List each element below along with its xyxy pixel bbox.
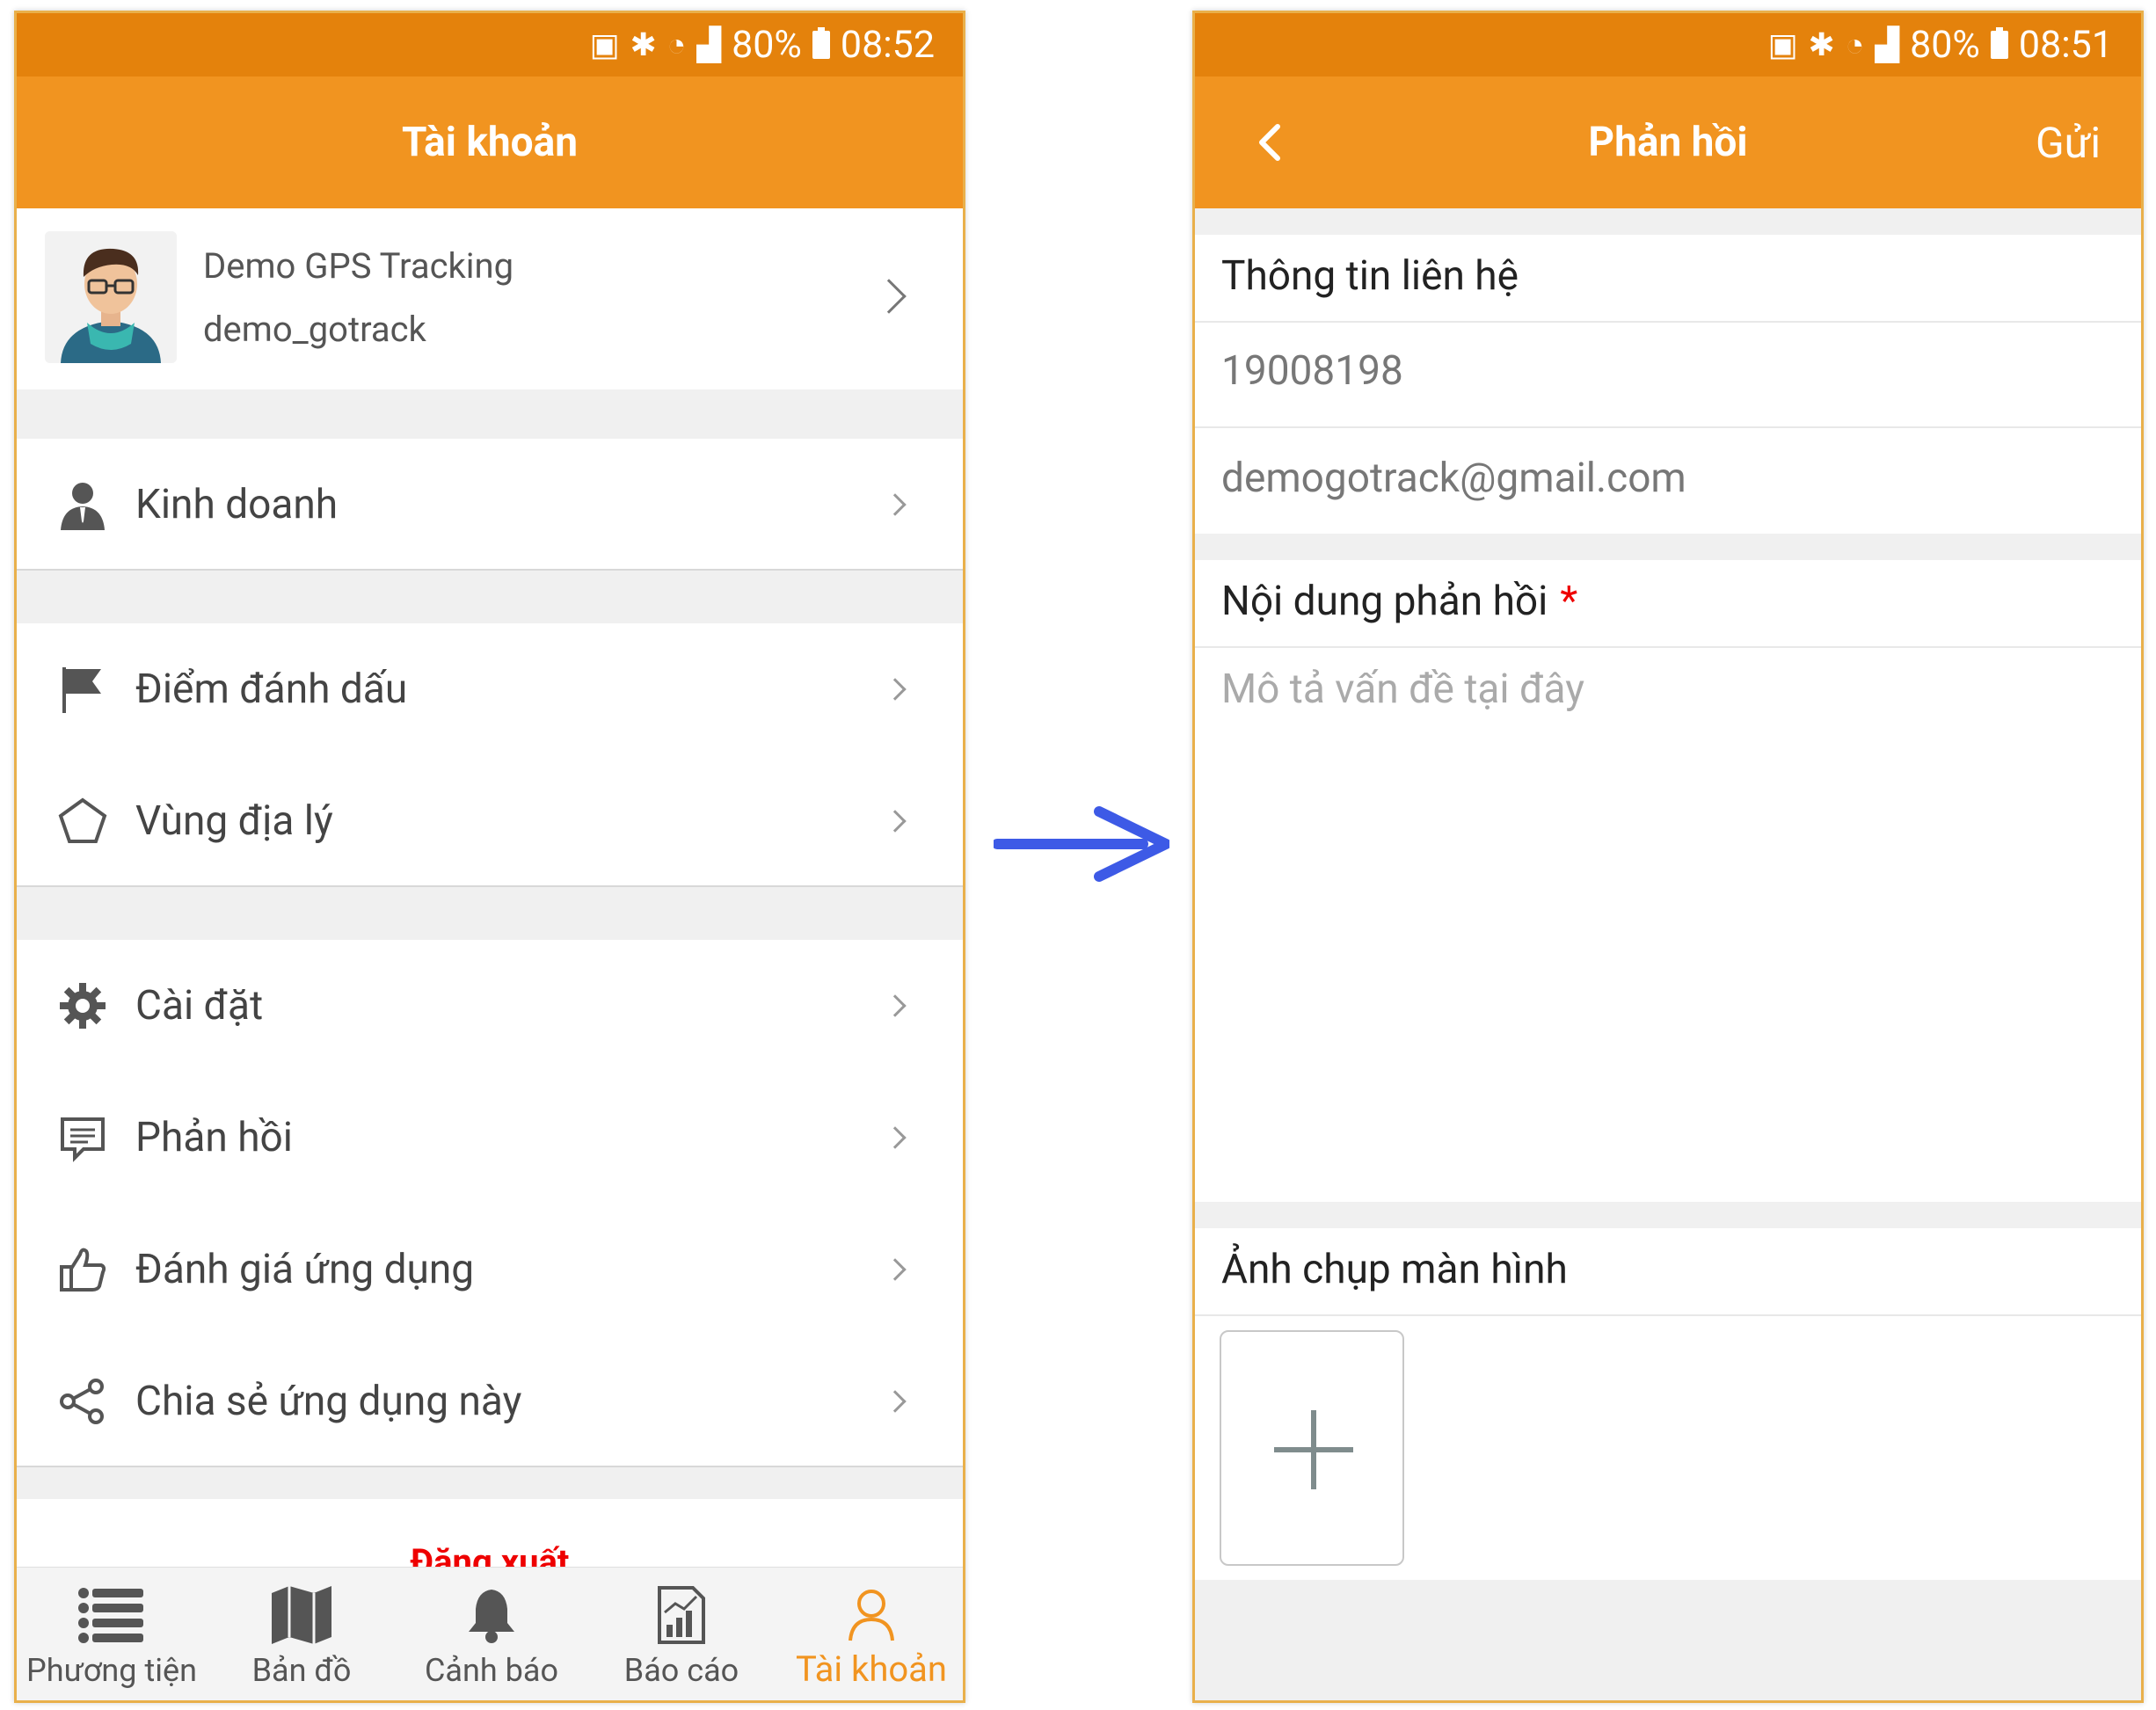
profile-card[interactable]: Demo GPS Tracking demo_gotrack (17, 208, 963, 389)
chevron-right-icon (871, 279, 907, 314)
menu-item-label: Kinh doanh (135, 481, 339, 528)
feedback-textarea[interactable]: Mô tả vấn đề tại đây (1221, 666, 1584, 713)
chevron-right-icon (884, 1258, 907, 1281)
divider (1195, 646, 2141, 648)
feedback-heading: Nội dung phản hồi * (1221, 578, 1577, 625)
menu-item-feedback[interactable]: Phản hồi (17, 1072, 963, 1204)
add-screenshot-button[interactable] (1220, 1330, 1404, 1566)
wifi-icon: ◔ (1845, 26, 1865, 63)
profile-username: demo_gotrack (203, 309, 426, 350)
thumbs-up-icon (57, 1244, 108, 1295)
contact-section: Thông tin liên hệ 19008198 demogotrack@g… (1195, 235, 2141, 534)
menu-item-geofence[interactable]: Vùng địa lý (17, 755, 963, 887)
clock: 08:51 (2018, 23, 2113, 67)
menu-item-share-app[interactable]: Chia sẻ ứng dụng này (17, 1335, 963, 1467)
tab-label: Bản đồ (251, 1652, 352, 1689)
bottom-tab-bar: Phương tiện Bản đồ Cảnh báo Báo cáo Tài … (17, 1567, 963, 1700)
screenshot-section: Ảnh chụp màn hình (1195, 1228, 2141, 1580)
email-field[interactable]: demogotrack@gmail.com (1221, 455, 1686, 502)
divider (17, 885, 963, 887)
list-icon (17, 1580, 207, 1650)
battery-percent: 80% (732, 23, 802, 67)
chevron-right-icon (884, 493, 907, 516)
tab-label: Tài khoản (795, 1648, 948, 1690)
menu-item-label: Vùng địa lý (135, 797, 333, 845)
phone-field[interactable]: 19008198 (1221, 347, 1403, 395)
contact-heading: Thông tin liên hệ (1221, 252, 1519, 300)
chevron-right-icon (884, 1390, 907, 1413)
tab-label: Báo cáo (623, 1652, 739, 1689)
chevron-left-icon (1259, 124, 1280, 161)
screenshot-heading: Ảnh chụp màn hình (1221, 1246, 1568, 1293)
battery-saver-icon: ▣ (1767, 26, 1798, 63)
divider (1195, 1314, 2141, 1316)
divider (17, 569, 963, 571)
status-bar: ▣ ✱ ◔ ▟ 80% 08:52 (17, 13, 963, 76)
share-icon (57, 1376, 108, 1427)
divider (17, 1466, 963, 1467)
gear-icon (57, 980, 108, 1031)
account-icon (776, 1580, 963, 1650)
flag-icon (57, 664, 108, 715)
battery-icon (812, 27, 830, 59)
feedback-section: Nội dung phản hồi * Mô tả vấn đề tại đây (1195, 560, 2141, 1202)
feedback-icon (57, 1112, 108, 1163)
menu-item-business[interactable]: Kinh doanh (17, 439, 963, 571)
send-button[interactable]: Gửi (2036, 76, 2101, 208)
required-mark: * (1560, 578, 1578, 625)
divider (1195, 426, 2141, 428)
menu-item-label: Đánh giá ứng dụng (135, 1246, 475, 1293)
menu-group-places: Điểm đánh dấu Vùng địa lý (17, 623, 963, 887)
tab-vehicles[interactable]: Phương tiện (17, 1568, 207, 1700)
report-icon (586, 1580, 776, 1650)
tab-reports[interactable]: Báo cáo (586, 1568, 776, 1700)
menu-group-app: Cài đặt Phản hồi Đánh giá ứng dụng Chia … (17, 940, 963, 1467)
bluetooth-icon: ✱ (1808, 26, 1835, 63)
menu-item-label: Cài đặt (135, 982, 264, 1030)
tab-alerts[interactable]: Cảnh báo (397, 1568, 586, 1700)
menu-group-business: Kinh doanh (17, 439, 963, 571)
map-icon (207, 1580, 397, 1650)
menu-item-markers[interactable]: Điểm đánh dấu (17, 623, 963, 755)
page-title: Tài khoản (401, 119, 579, 166)
clock: 08:52 (840, 23, 935, 67)
chevron-right-icon (884, 1126, 907, 1149)
plus-icon (1274, 1410, 1353, 1489)
signal-icon: ▟ (696, 26, 722, 63)
tab-account[interactable]: Tài khoản (776, 1568, 963, 1700)
back-button[interactable] (1256, 76, 1283, 208)
menu-item-settings[interactable]: Cài đặt (17, 940, 963, 1072)
signal-icon: ▟ (1875, 26, 1900, 63)
feedback-heading-text: Nội dung phản hồi (1221, 578, 1548, 625)
wifi-icon: ◔ (666, 26, 687, 63)
tab-map[interactable]: Bản đồ (207, 1568, 397, 1700)
chevron-right-icon (884, 994, 907, 1017)
bell-icon (397, 1580, 586, 1650)
person-icon (57, 479, 108, 530)
battery-saver-icon: ▣ (589, 26, 620, 63)
battery-percent: 80% (1910, 23, 1980, 67)
bluetooth-icon: ✱ (630, 26, 657, 63)
chevron-right-icon (884, 678, 907, 701)
arrow-right-icon (994, 806, 1169, 882)
divider (1195, 321, 2141, 323)
menu-item-label: Phản hồi (135, 1114, 293, 1161)
battery-icon (1990, 27, 2008, 59)
menu-item-label: Chia sẻ ứng dụng này (135, 1378, 522, 1425)
menu-item-label: Điểm đánh dấu (135, 666, 408, 713)
menu-item-rate-app[interactable]: Đánh giá ứng dụng (17, 1204, 963, 1335)
tab-label: Cảnh báo (425, 1652, 558, 1689)
avatar (45, 231, 177, 363)
pentagon-icon (57, 796, 108, 847)
tab-label: Phương tiện (26, 1652, 197, 1689)
app-bar: Tài khoản (17, 76, 963, 208)
account-screen: ▣ ✱ ◔ ▟ 80% 08:52 Tài khoản Demo GPS Tra… (14, 11, 965, 1703)
status-bar: ▣ ✱ ◔ ▟ 80% 08:51 (1195, 13, 2141, 76)
page-title: Phản hồi (1588, 119, 1748, 166)
app-bar: Phản hồi Gửi (1195, 76, 2141, 208)
feedback-screen: ▣ ✱ ◔ ▟ 80% 08:51 Phản hồi Gửi Thông tin… (1192, 11, 2144, 1703)
chevron-right-icon (884, 810, 907, 833)
profile-name: Demo GPS Tracking (203, 245, 514, 287)
